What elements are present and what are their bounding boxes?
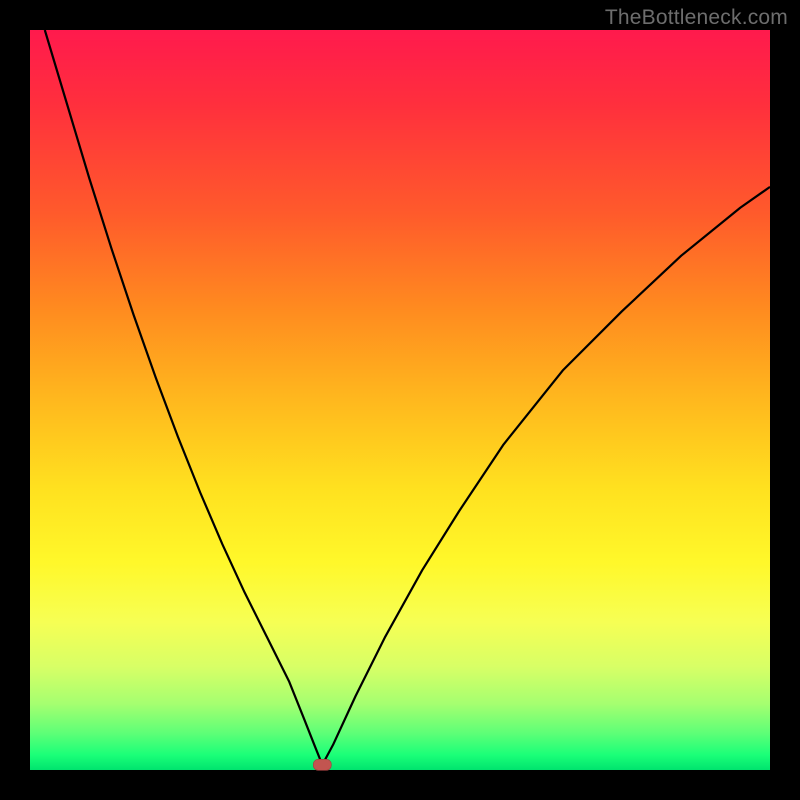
optimum-marker [313, 759, 331, 770]
chart-frame: TheBottleneck.com [0, 0, 800, 800]
watermark-text: TheBottleneck.com [605, 6, 788, 30]
plot-area [30, 30, 770, 770]
bottleneck-curve [45, 30, 770, 765]
curve-layer [30, 30, 770, 770]
